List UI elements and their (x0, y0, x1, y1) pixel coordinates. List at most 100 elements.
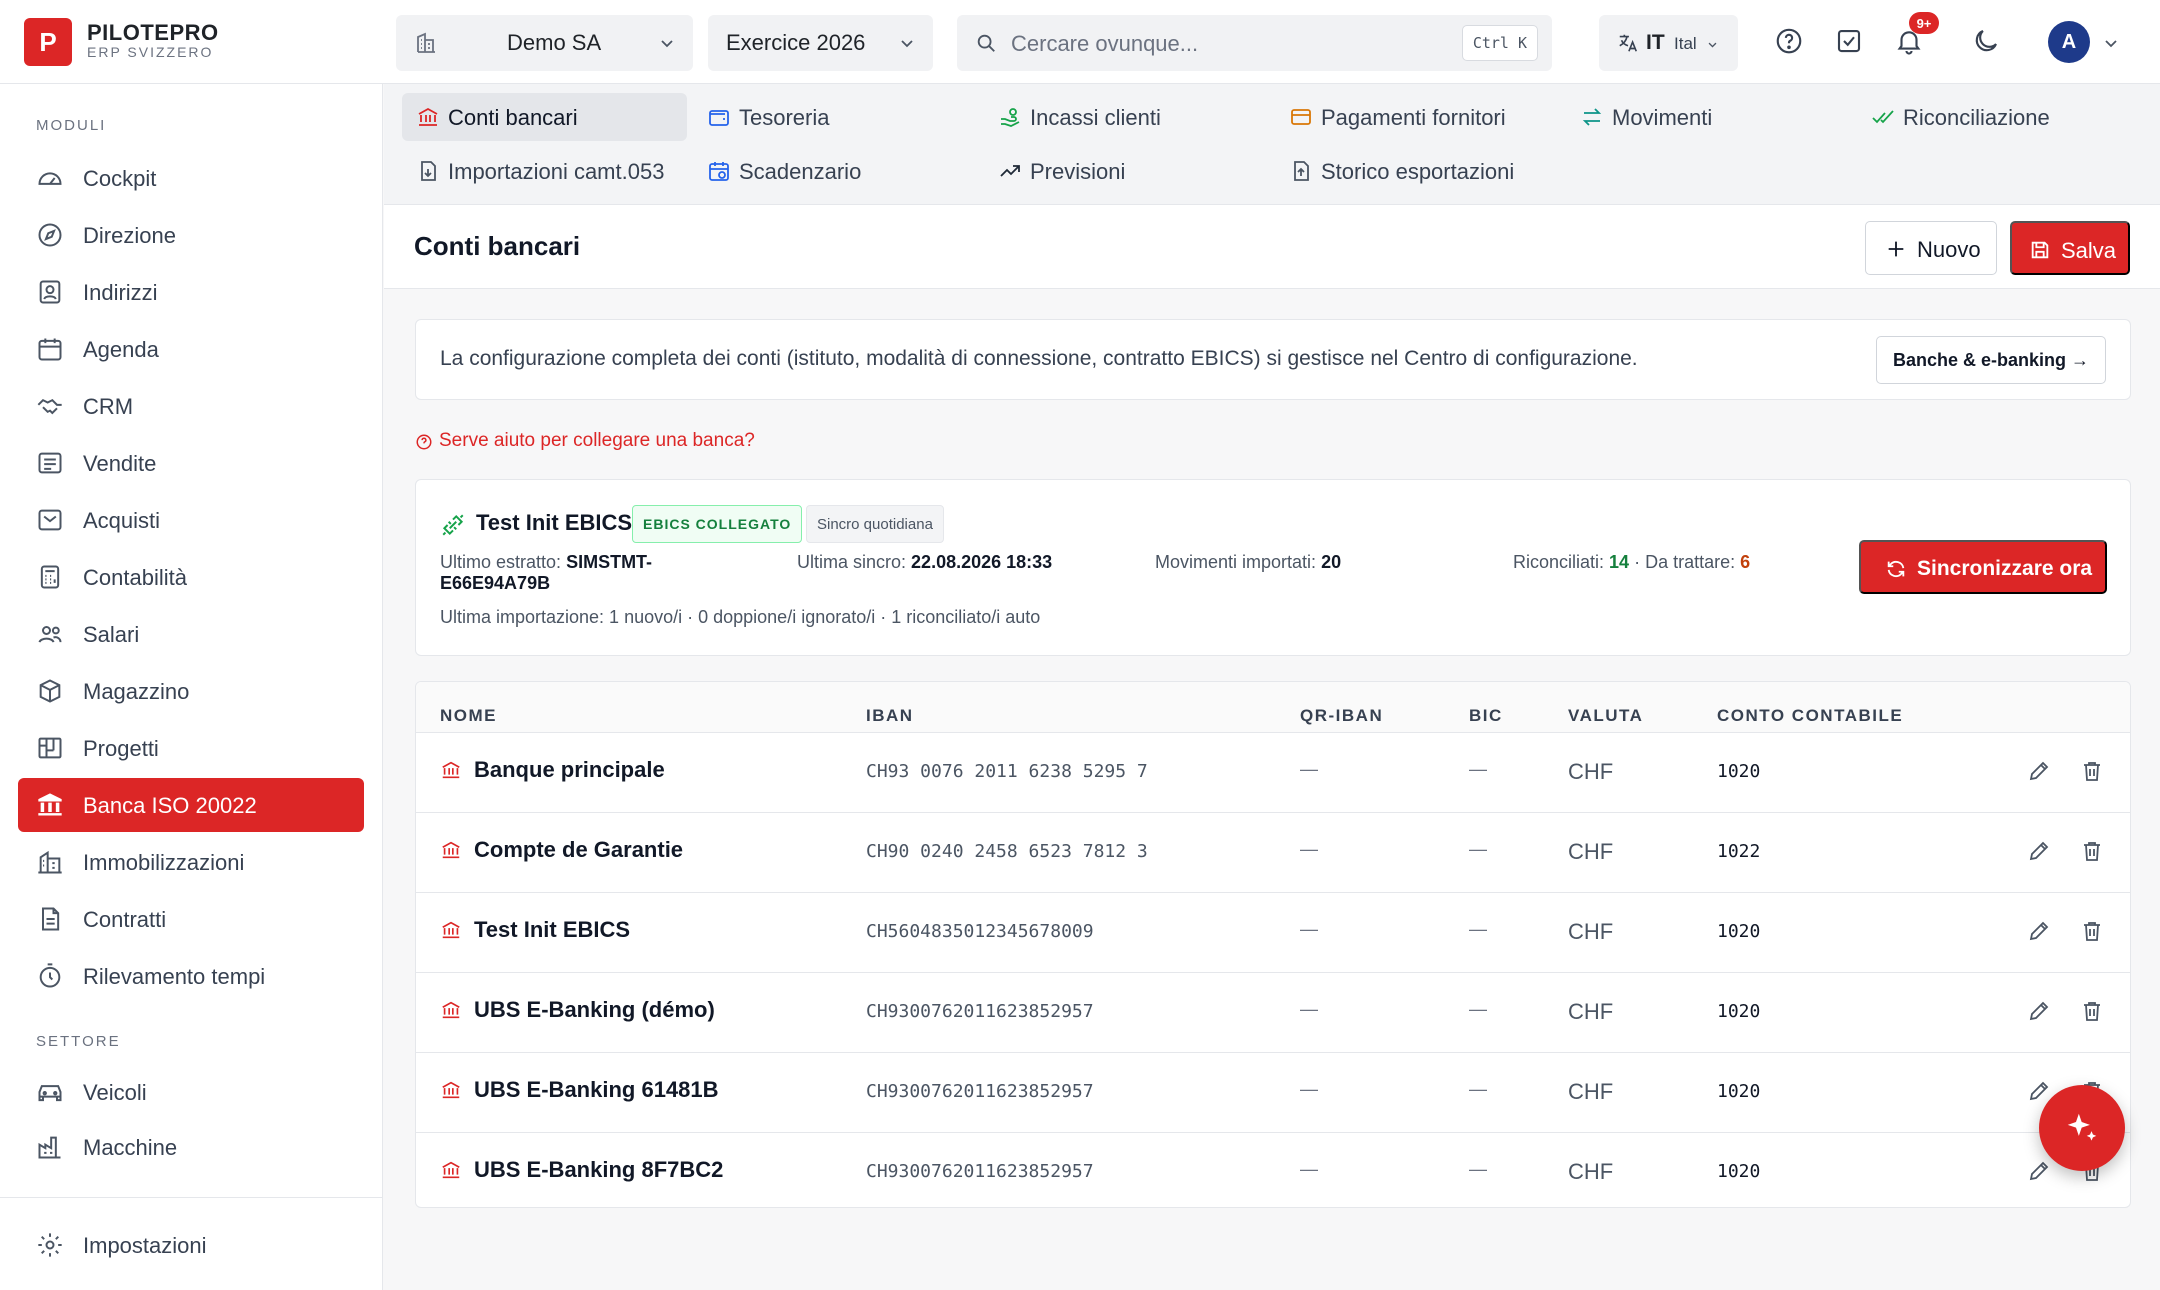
tab-riconciliazione[interactable]: Riconciliazione (1857, 93, 2137, 141)
account-ledger: 1020 (1717, 761, 1761, 782)
sidebar-item-magazzino[interactable]: Magazzino (18, 664, 364, 718)
tab-label: Pagamenti fornitori (1321, 105, 1506, 130)
sidebar-item-label: Contratti (83, 907, 167, 932)
factory-icon (38, 1136, 61, 1159)
tab-previsioni[interactable]: Previsioni (984, 147, 1264, 195)
new-button[interactable]: Nuovo (1865, 221, 1997, 275)
account-name: Banque principale (474, 757, 665, 782)
sidebar-item-indirizzi[interactable]: Indirizzi (18, 265, 364, 319)
pencil-icon[interactable] (2027, 1159, 2051, 1183)
app-logo[interactable]: P (24, 18, 72, 66)
column-header-iban[interactable]: IBAN (866, 706, 914, 726)
sidebar-item-banca[interactable]: Banca ISO 20022 (18, 778, 364, 832)
tab-pagamenti-fornitori[interactable]: Pagamenti fornitori (1275, 93, 1575, 141)
moon-icon[interactable] (1971, 26, 2001, 56)
global-search-input[interactable]: Cercare ovunque... Ctrl K (957, 15, 1552, 71)
sidebar-item-salari[interactable]: Salari (18, 607, 364, 661)
tab-storico-esportazioni[interactable]: Storico esportazioni (1275, 147, 1575, 195)
account-currency: CHF (1568, 999, 1614, 1024)
tab-movimenti[interactable]: Movimenti (1566, 93, 1846, 141)
tab-incassi-clienti[interactable]: Incassi clienti (984, 93, 1264, 141)
bank-icon (442, 841, 460, 859)
table-row[interactable]: Banque principale CH93 0076 2011 6238 52… (416, 732, 2130, 812)
pencil-icon[interactable] (2027, 1079, 2051, 1103)
account-name: UBS E-Banking (démo) (474, 997, 715, 1022)
account-qr-iban: — (1300, 1079, 1318, 1099)
tab-label: Previsioni (1030, 159, 1126, 184)
language-name: Ital (1674, 34, 1697, 53)
account-bic: — (1469, 919, 1487, 939)
refresh-icon (1887, 560, 1905, 578)
trash-icon[interactable] (2080, 999, 2104, 1023)
account-bic: — (1469, 1079, 1487, 1099)
sidebar-item-vendite[interactable]: Vendite (18, 436, 364, 490)
column-header-qr-iban[interactable]: QR-IBAN (1300, 706, 1383, 726)
column-header-currency[interactable]: VALUTA (1568, 706, 1643, 726)
sidebar-item-impostazioni[interactable]: Impostazioni (18, 1218, 364, 1272)
table-row[interactable]: Test Init EBICS CH5604835012345678009 — … (416, 892, 2130, 972)
tab-importazioni-camt[interactable]: Importazioni camt.053 (402, 147, 687, 195)
table-row[interactable]: UBS E-Banking 61481B CH93007620116238529… (416, 1052, 2130, 1132)
sidebar-item-label: Macchine (83, 1135, 178, 1160)
tab-tesoreria[interactable]: Tesoreria (693, 93, 973, 141)
tasks-icon[interactable] (1834, 26, 1864, 56)
sidebar-item-rilevamento-tempi[interactable]: Rilevamento tempi (18, 949, 364, 1003)
sidebar-item-progetti[interactable]: Progetti (18, 721, 364, 775)
table-row[interactable]: UBS E-Banking 8F7BC2 CH93007620116238529… (416, 1132, 2130, 1207)
sync-now-button[interactable]: Sincronizzare ora (1859, 540, 2107, 594)
language-selector[interactable]: IT Ital (1599, 15, 1738, 71)
sidebar-item-veicoli[interactable]: Veicoli (18, 1065, 364, 1119)
tab-conti-bancari[interactable]: Conti bancari (402, 93, 687, 141)
pencil-icon[interactable] (2027, 759, 2051, 783)
config-info-card: La configurazione completa dei conti (is… (415, 319, 2131, 400)
calendar-clock-icon (709, 162, 729, 181)
column-header-account[interactable]: CONTO CONTABILE (1717, 706, 1903, 726)
bank-icon (418, 107, 438, 126)
column-header-bic[interactable]: BIC (1469, 706, 1503, 726)
sidebar-item-macchine[interactable]: Macchine (18, 1120, 364, 1174)
sidebar-item-crm[interactable]: CRM (18, 379, 364, 433)
sidebar-item-direzione[interactable]: Direzione (18, 208, 364, 262)
trash-icon[interactable] (2080, 919, 2104, 943)
language-code: IT (1646, 31, 1665, 54)
help-icon[interactable] (1774, 26, 1804, 56)
banks-ebanking-button[interactable]: Banche & e-banking → (1876, 336, 2106, 384)
ai-assistant-button[interactable] (2039, 1085, 2125, 1171)
page-header: Conti bancari Nuovo Salva (384, 205, 2160, 289)
sidebar-section-modules: MODULI (36, 117, 107, 134)
sidebar-item-cockpit[interactable]: Cockpit (18, 151, 364, 205)
tab-label: Conti bancari (448, 105, 578, 130)
company-selector[interactable]: Demo SA (396, 15, 693, 71)
reconciled-count: 14 (1609, 552, 1630, 572)
column-header-name[interactable]: NOME (440, 706, 497, 726)
table-row[interactable]: Compte de Garantie CH90 0240 2458 6523 7… (416, 812, 2130, 892)
last-import-summary: Ultima importazione: 1 nuovo/i · 0 doppi… (440, 607, 1041, 627)
trash-icon[interactable] (2080, 759, 2104, 783)
sidebar-item-label: Cockpit (83, 166, 157, 191)
user-avatar[interactable]: A (2048, 21, 2090, 63)
account-currency: CHF (1568, 919, 1614, 944)
sidebar-item-agenda[interactable]: Agenda (18, 322, 364, 376)
sidebar-item-contratti[interactable]: Contratti (18, 892, 364, 946)
pencil-icon[interactable] (2027, 999, 2051, 1023)
sidebar-item-acquisti[interactable]: Acquisti (18, 493, 364, 547)
account-name: UBS E-Banking 8F7BC2 (474, 1157, 724, 1182)
double-check-icon (1872, 110, 1894, 124)
save-button[interactable]: Salva (2010, 221, 2130, 275)
chevron-down-icon[interactable] (2103, 35, 2119, 51)
brand-name: PILOTEPRO (87, 20, 219, 45)
imported-stat: Movimenti importati: 20 (1155, 552, 1341, 573)
table-row[interactable]: UBS E-Banking (démo) CH93007620116238529… (416, 972, 2130, 1052)
fiscal-year-selector[interactable]: Exercice 2026 (708, 15, 933, 71)
bank-accounts-table: NOME IBAN QR-IBAN BIC VALUTA CONTO CONTA… (415, 681, 2131, 1208)
tab-scadenzario[interactable]: Scadenzario (693, 147, 973, 195)
stat-value: 20 (1321, 552, 1342, 572)
sidebar-item-immobilizzazioni[interactable]: Immobilizzazioni (18, 835, 364, 889)
trash-icon[interactable] (2080, 839, 2104, 863)
pencil-icon[interactable] (2027, 919, 2051, 943)
pencil-icon[interactable] (2027, 839, 2051, 863)
help-circle-icon (416, 434, 432, 450)
sidebar-item-contabilita[interactable]: Contabilità (18, 550, 364, 604)
tab-label: Incassi clienti (1030, 105, 1161, 130)
account-iban: CH9300762011623852957 (866, 1081, 1094, 1102)
